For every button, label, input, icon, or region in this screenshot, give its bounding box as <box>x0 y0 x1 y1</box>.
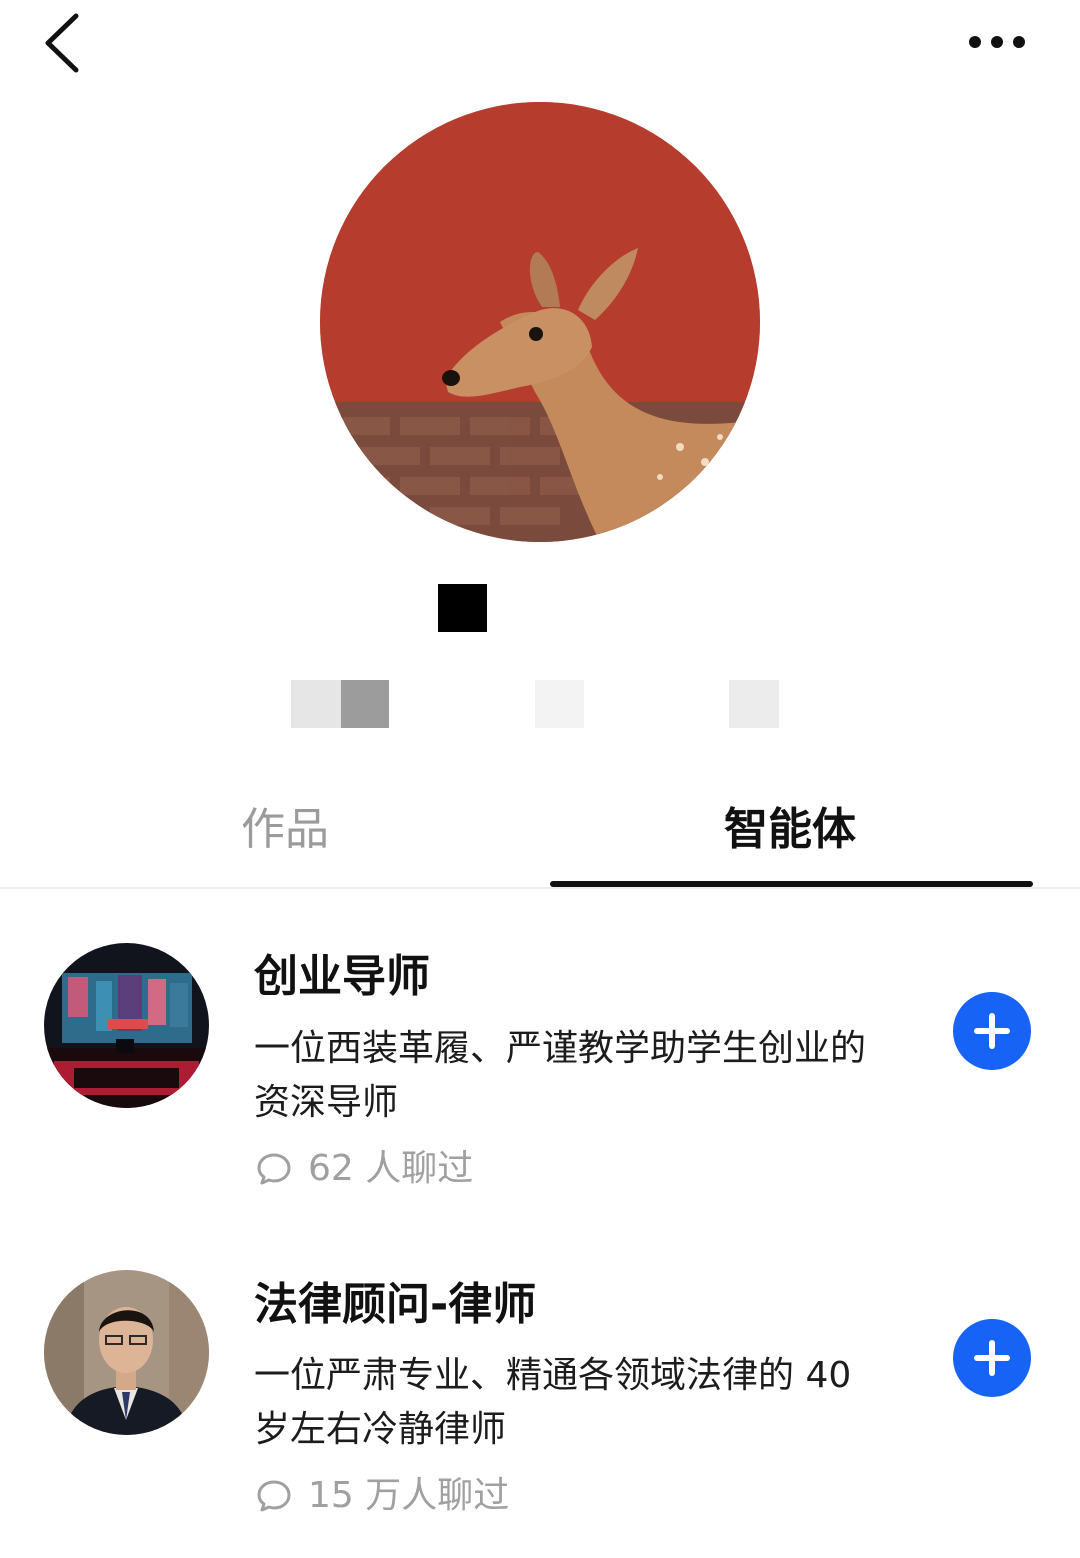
agent-name[interactable]: 创业导师 <box>254 946 430 1008</box>
tab-works[interactable]: 作品 <box>180 798 390 862</box>
stat-redacted-a <box>291 680 341 728</box>
add-agent-button[interactable] <box>953 1319 1031 1397</box>
agent-avatar[interactable] <box>44 943 209 1108</box>
agent-name[interactable]: 法律顾问-律师 <box>254 1274 536 1336</box>
cyber-city-avatar-image <box>44 943 209 1108</box>
agent-avatar[interactable] <box>44 1270 209 1435</box>
agent-description: 一位严肃专业、精通各领域法律的 40 岁左右冷静律师 <box>254 1349 914 1457</box>
username-redacted <box>438 584 487 632</box>
deer-avatar-image <box>320 102 760 542</box>
add-agent-button[interactable] <box>953 992 1031 1070</box>
stat-redacted-b <box>535 680 584 728</box>
agent-description-line: 一位西装革履、严谨教学助学生创业的 <box>254 1028 867 1069</box>
more-options-button[interactable] <box>955 18 1045 68</box>
stat-redacted-c <box>729 680 779 728</box>
agent-description-line: 岁左右冷静律师 <box>254 1409 507 1450</box>
chevron-left-icon <box>45 13 79 73</box>
agent-chat-count: 62 人聊过 <box>256 1147 473 1191</box>
tab-divider <box>0 887 1080 889</box>
chat-bubble-icon <box>257 1153 291 1185</box>
chat-bubble-icon <box>257 1480 291 1512</box>
agent-description-line: 一位严肃专业、精通各领域法律的 40 <box>254 1355 852 1396</box>
agent-description: 一位西装革履、严谨教学助学生创业的 资深导师 <box>254 1022 914 1130</box>
chat-count-text: 15 万人聊过 <box>308 1475 510 1516</box>
agent-chat-count: 15 万人聊过 <box>256 1474 509 1518</box>
back-button[interactable] <box>30 10 100 80</box>
tab-agents[interactable]: 智能体 <box>680 798 900 862</box>
stat-redacted-a-part <box>341 680 389 728</box>
more-dots-icon <box>969 36 1025 48</box>
agent-description-line: 资深导师 <box>254 1082 399 1123</box>
profile-avatar[interactable] <box>320 102 760 542</box>
lawyer-avatar-image <box>44 1270 209 1435</box>
chat-count-text: 62 人聊过 <box>308 1148 474 1189</box>
